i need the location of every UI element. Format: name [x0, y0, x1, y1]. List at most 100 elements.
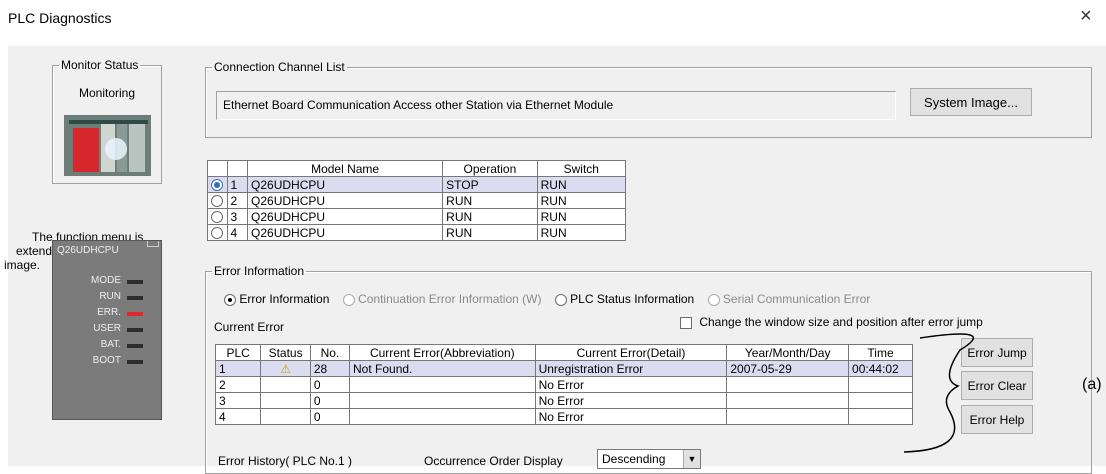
cpu-switch: RUN	[536, 224, 627, 241]
occurrence-order-select[interactable]: Descending ▼	[597, 449, 701, 469]
err-date	[726, 392, 850, 409]
cpu-col-model: Model Name	[247, 160, 444, 177]
cpu-index: 3	[226, 208, 249, 225]
radio-serial-communication-dot[interactable]	[707, 293, 720, 306]
err-abbr	[349, 392, 536, 409]
cpu-switch: RUN	[536, 192, 627, 209]
radio-error-information[interactable]: Error Information	[224, 292, 329, 306]
cpu-col-switch: Switch	[536, 160, 627, 177]
cpu-index: 1	[226, 176, 249, 193]
close-icon[interactable]: ×	[1080, 6, 1092, 26]
error-row[interactable]: 4 0 No Error	[214, 408, 913, 425]
err-date: 2007-05-29	[726, 360, 850, 377]
mode-led	[127, 280, 143, 284]
cpu-operation: RUN	[442, 192, 538, 209]
err-date	[726, 408, 850, 425]
error-information-legend: Error Information	[214, 264, 305, 278]
error-row[interactable]: 2 0 No Error	[214, 376, 913, 393]
chevron-down-icon[interactable]: ▼	[683, 450, 700, 468]
radio-continuation-error-dot[interactable]	[342, 293, 355, 306]
err-no: 0	[309, 392, 351, 409]
change-window-checkbox[interactable]	[680, 316, 692, 329]
led-label-mode: MODE	[91, 275, 121, 286]
err-no: 0	[309, 408, 351, 425]
current-error-label: Current Error	[214, 320, 285, 334]
err-status	[260, 408, 311, 425]
err-col-date: Year/Month/Day	[726, 344, 850, 361]
err-detail: No Error	[534, 408, 728, 425]
radio-plc-status-dot[interactable]	[554, 293, 567, 306]
connection-channel-text: Ethernet Board Communication Access othe…	[223, 98, 614, 112]
window-title: PLC Diagnostics	[8, 10, 112, 26]
err-col-plc: PLC	[214, 344, 262, 361]
monitor-status-legend: Monitor Status	[61, 58, 139, 72]
error-info-radio-group: Error Information Continuation Error Inf…	[224, 292, 870, 306]
cpu-row[interactable]: 2 Q26UDHCPU RUN RUN	[207, 192, 627, 209]
led-label-user: USER	[93, 323, 121, 334]
plc-image-thumbnail[interactable]	[64, 115, 151, 176]
cpu-row[interactable]: 4 Q26UDHCPU RUN RUN	[207, 224, 627, 241]
boot-led	[127, 360, 143, 364]
err-plc: 2	[214, 376, 262, 393]
err-abbr	[349, 376, 536, 393]
cpu-model: Q26UDHCPU	[247, 224, 444, 241]
led-label-boot: BOOT	[92, 355, 121, 366]
err-detail: No Error	[534, 392, 728, 409]
annotation-label: (a)	[1082, 376, 1102, 393]
cpu-radio-3[interactable]	[211, 211, 223, 224]
err-no: 0	[309, 376, 351, 393]
err-status	[260, 392, 311, 409]
cpu-model: Q26UDHCPU	[247, 208, 444, 225]
radio-error-information-dot[interactable]	[224, 293, 236, 306]
annotation-bracket	[903, 333, 974, 453]
cpu-col-operation: Operation	[442, 160, 538, 177]
cpu-radio-2[interactable]	[211, 195, 223, 208]
radio-serial-communication[interactable]: Serial Communication Error	[707, 292, 870, 306]
err-plc: 4	[214, 408, 262, 425]
err-col-no: No.	[309, 344, 351, 361]
monitor-state: Monitoring	[78, 86, 136, 100]
err-col-detail: Current Error(Detail)	[534, 344, 728, 361]
cpu-table: Model Name Operation Switch 1 Q26UDHCPU …	[207, 160, 627, 241]
cpu-operation: RUN	[442, 224, 538, 241]
user-led	[127, 328, 143, 332]
error-row[interactable]: 3 0 No Error	[214, 392, 913, 409]
cpu-index: 4	[226, 224, 249, 241]
cpu-model: Q26UDHCPU	[247, 176, 444, 193]
cpu-switch: RUN	[536, 176, 627, 193]
plc-front-panel[interactable]: Q26UDHCPU MODE RUN ERR. USER BAT. BOOT	[52, 240, 162, 420]
change-window-option[interactable]: Change the window size and position afte…	[680, 315, 983, 329]
cpu-operation: RUN	[442, 208, 538, 225]
led-label-bat: BAT.	[100, 339, 121, 350]
err-date	[726, 376, 850, 393]
cpu-model: Q26UDHCPU	[247, 192, 444, 209]
cpu-index: 2	[226, 192, 249, 209]
err-no: 28	[309, 360, 351, 377]
system-image-button[interactable]: System Image...	[910, 88, 1032, 116]
cpu-radio-1[interactable]	[211, 179, 223, 192]
radio-plc-status[interactable]: PLC Status Information	[554, 292, 694, 306]
current-error-table: PLC Status No. Current Error(Abbreviatio…	[214, 344, 913, 425]
err-detail: No Error	[534, 376, 728, 393]
cpu-switch: RUN	[536, 208, 627, 225]
cpu-operation: STOP	[442, 176, 538, 193]
err-plc: 3	[214, 392, 262, 409]
cpu-table-header: Model Name Operation Switch	[207, 160, 627, 177]
change-window-label: Change the window size and position afte…	[699, 315, 983, 329]
err-detail: Unregistration Error	[534, 360, 728, 377]
cpu-radio-4[interactable]	[211, 227, 223, 240]
connection-channel-field: Ethernet Board Communication Access othe…	[216, 91, 896, 120]
err-abbr: Not Found.	[349, 360, 536, 377]
warning-icon: ⚠	[280, 361, 291, 376]
led-label-run: RUN	[99, 291, 121, 302]
cpu-row[interactable]: 1 Q26UDHCPU STOP RUN	[207, 176, 627, 193]
occurrence-order-value: Descending	[602, 452, 666, 466]
cpu-row[interactable]: 3 Q26UDHCPU RUN RUN	[207, 208, 627, 225]
error-row[interactable]: 1 ⚠ 28 Not Found. Unregistration Error 2…	[214, 360, 913, 377]
plc-model-label: Q26UDHCPU	[57, 245, 119, 256]
err-plc: 1	[214, 360, 262, 377]
radio-continuation-error[interactable]: Continuation Error Information (W)	[342, 292, 541, 306]
connection-channel-legend: Connection Channel List	[214, 60, 345, 74]
err-abbr	[349, 408, 536, 425]
run-led	[127, 296, 143, 300]
